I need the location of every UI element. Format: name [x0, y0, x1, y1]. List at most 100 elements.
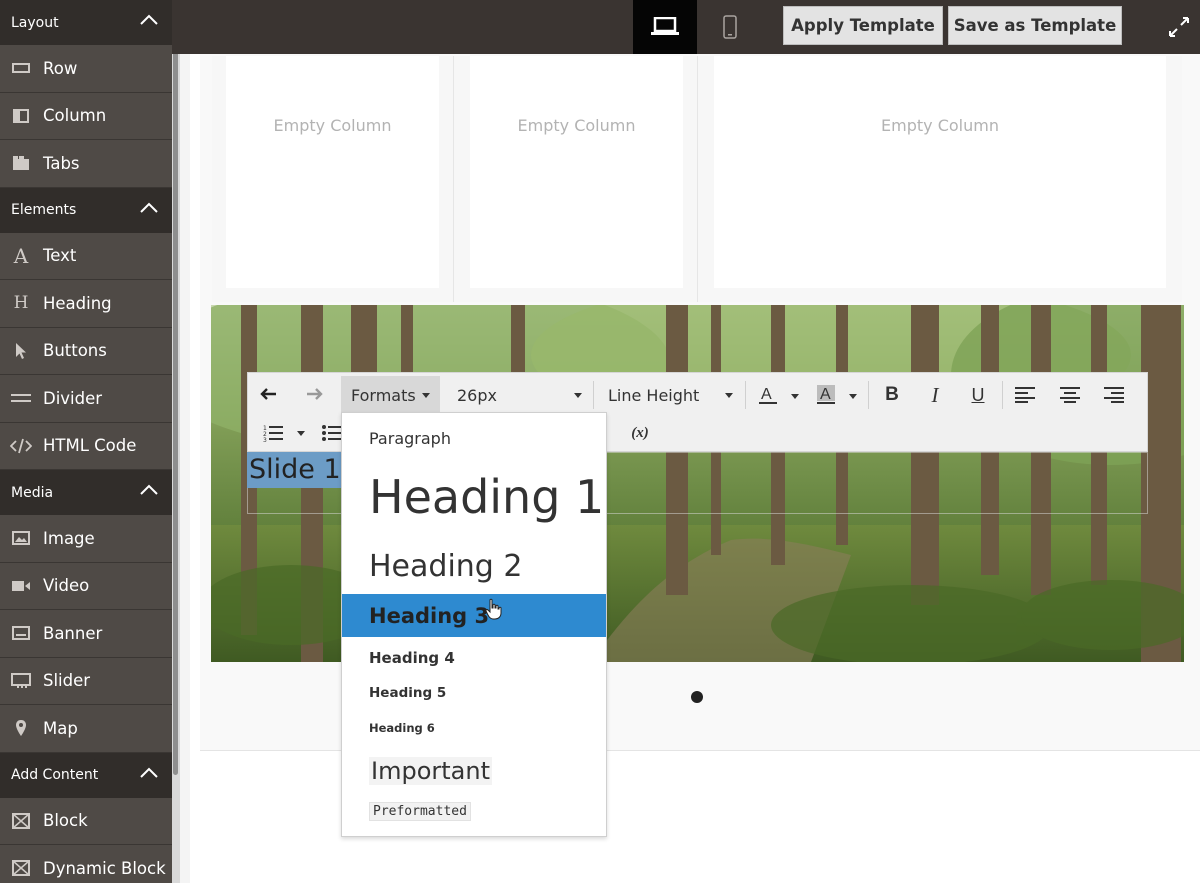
redo-icon[interactable] — [303, 383, 325, 405]
menu-item-label: Important — [369, 757, 492, 785]
sidebar-item-slider[interactable]: Slider — [0, 657, 172, 705]
italic-icon[interactable]: I — [924, 382, 946, 408]
insert-variable-button[interactable]: (x) — [626, 423, 654, 443]
sidebar-item-map[interactable]: Map — [0, 705, 172, 753]
sidebar-item-html-code[interactable]: HTML Code — [0, 422, 172, 470]
chevron-up-icon — [140, 767, 158, 778]
line-height-select[interactable]: Line Height — [608, 376, 733, 414]
background-color-icon[interactable]: A — [814, 383, 838, 407]
sidebar-scrollbar[interactable] — [172, 0, 180, 883]
fullscreen-icon[interactable] — [1168, 16, 1190, 38]
section-title: Media — [11, 484, 54, 501]
sidebar-item-tabs[interactable]: Tabs — [0, 140, 172, 188]
sidebar-item-video[interactable]: Video — [0, 562, 172, 610]
menu-item-label: Preformatted — [369, 801, 471, 821]
slide-text[interactable]: Slide 1 — [247, 452, 343, 488]
chevron-up-icon — [140, 484, 158, 495]
sidebar-item-column[interactable]: Column — [0, 92, 172, 140]
menu-item-heading-4[interactable]: Heading 4 — [342, 643, 606, 673]
formats-dropdown[interactable]: Formats — [341, 376, 440, 414]
menu-item-heading-6[interactable]: Heading 6 — [342, 715, 606, 741]
sidebar-item-label: Buttons — [43, 341, 107, 361]
cursor-icon — [10, 341, 32, 361]
line-height-label: Line Height — [608, 385, 700, 405]
sidebar-item-label: Heading — [43, 293, 112, 313]
divider-icon — [10, 388, 32, 408]
align-center-icon[interactable] — [1059, 385, 1081, 405]
slider-icon — [10, 671, 32, 691]
sidebar-item-label: Column — [43, 106, 107, 126]
menu-item-label: Heading 3 — [369, 603, 490, 628]
video-icon — [10, 576, 32, 596]
save-as-template-button[interactable]: Save as Template — [948, 6, 1122, 45]
sidebar-item-image[interactable]: Image — [0, 515, 172, 563]
chevron-down-icon[interactable] — [297, 431, 305, 436]
menu-item-paragraph[interactable]: Paragraph — [342, 421, 606, 455]
scrollbar-thumb[interactable] — [173, 30, 178, 775]
section-header-media[interactable]: Media — [0, 470, 172, 515]
map-pin-icon — [10, 718, 32, 738]
menu-item-heading-3[interactable]: Heading 3 — [342, 594, 606, 637]
bold-icon[interactable]: B — [881, 382, 903, 408]
hand-pointer-icon — [485, 598, 502, 620]
undo-icon[interactable] — [258, 383, 280, 405]
underline-icon[interactable]: U — [967, 382, 989, 408]
menu-item-preformatted[interactable]: Preformatted — [342, 797, 606, 825]
align-left-icon[interactable] — [1014, 385, 1036, 405]
section-header-add-content[interactable]: Add Content — [0, 752, 172, 798]
text-icon: A — [13, 243, 29, 268]
text-color-icon[interactable]: A — [756, 383, 780, 407]
sidebar-item-text[interactable]: A Text — [0, 232, 172, 280]
slider-dot-indicator[interactable] — [691, 691, 703, 703]
row-icon — [10, 58, 32, 78]
sidebar-item-label: Tabs — [43, 153, 80, 173]
sidebar-item-label: Row — [43, 58, 78, 78]
sidebar-item-row[interactable]: Row — [0, 45, 172, 93]
apply-template-button[interactable]: Apply Template — [783, 6, 943, 45]
sidebar-item-label: Dynamic Block — [43, 858, 166, 878]
svg-text:3: 3 — [263, 437, 267, 442]
menu-item-heading-1[interactable]: Heading 1 — [342, 461, 606, 533]
column-1[interactable]: Empty Column — [212, 56, 454, 302]
sidebar-item-heading[interactable]: H Heading — [0, 280, 172, 328]
column-3[interactable]: Empty Column — [698, 56, 1182, 302]
chevron-down-icon — [574, 393, 582, 398]
chevron-down-icon[interactable] — [849, 394, 857, 399]
sidebar-item-label: Map — [43, 718, 78, 738]
chevron-down-icon[interactable] — [791, 394, 799, 399]
sidebar-item-label: Block — [43, 811, 88, 831]
sidebar-item-dynamic-block[interactable]: Dynamic Block — [0, 845, 172, 883]
sidebar-item-banner[interactable]: Banner — [0, 610, 172, 658]
sidebar-item-label: Text — [43, 246, 77, 266]
empty-column-label: Empty Column — [273, 116, 392, 135]
section-title: Add Content — [11, 767, 99, 783]
menu-item-important[interactable]: Important — [342, 751, 606, 791]
column-2[interactable]: Empty Column — [454, 56, 698, 302]
section-header-layout[interactable]: Layout — [0, 0, 172, 45]
svg-text:A: A — [820, 386, 831, 403]
sidebar-item-buttons[interactable]: Buttons — [0, 327, 172, 375]
section-header-elements[interactable]: Elements — [0, 187, 172, 233]
sidebar-item-label: Divider — [43, 388, 103, 408]
chevron-up-icon — [140, 14, 158, 25]
mobile-view-icon[interactable] — [705, 0, 755, 54]
sidebar-item-label: Image — [43, 528, 95, 548]
dynamic-block-icon — [10, 858, 32, 878]
menu-item-heading-2[interactable]: Heading 2 — [342, 543, 606, 589]
sidebar-item-label: Banner — [43, 623, 103, 643]
formats-dropdown-menu: Paragraph Heading 1 Heading 2 Heading 3 … — [341, 412, 607, 837]
font-size-select[interactable]: 26px — [457, 376, 582, 414]
sidebar-item-block[interactable]: Block — [0, 797, 172, 845]
formats-label: Formats — [351, 385, 416, 405]
desktop-view-icon[interactable] — [633, 0, 697, 54]
chevron-up-icon — [140, 202, 158, 213]
numbered-list-icon[interactable]: 123 — [262, 422, 284, 444]
banner-icon — [10, 623, 32, 643]
sidebar-item-label: Slider — [43, 671, 91, 691]
image-icon — [10, 528, 32, 548]
menu-item-heading-5[interactable]: Heading 5 — [342, 679, 606, 707]
bullet-list-icon[interactable] — [321, 422, 343, 444]
sidebar-item-divider[interactable]: Divider — [0, 375, 172, 423]
sidebar-item-label: Video — [43, 576, 90, 596]
align-right-icon[interactable] — [1103, 385, 1125, 405]
